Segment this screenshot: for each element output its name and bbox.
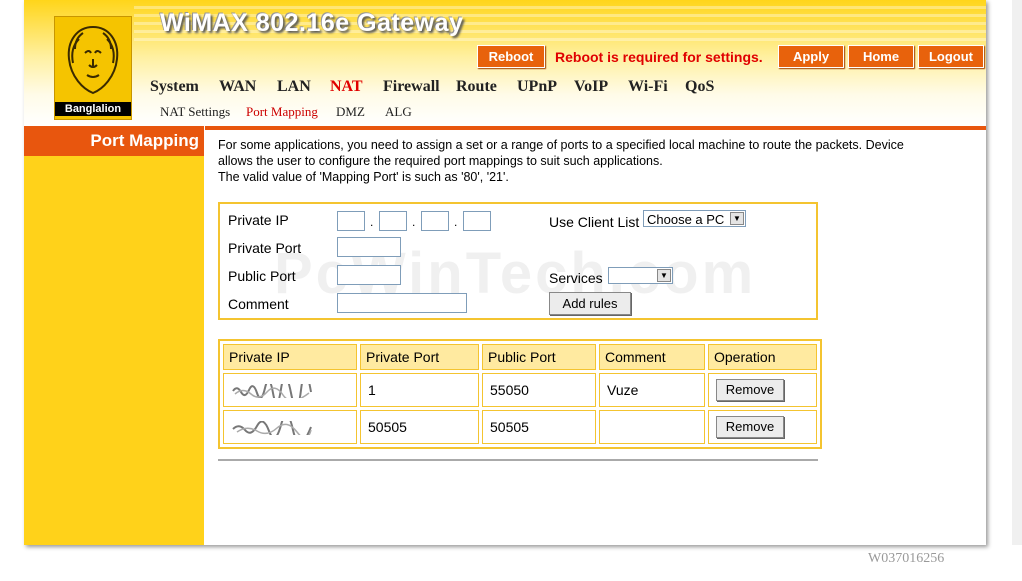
- use-client-list-label: Use Client List: [549, 214, 640, 230]
- nav-voip[interactable]: VoIP: [574, 78, 608, 96]
- logo-text: Banglalion: [55, 102, 131, 116]
- client-select-value: Choose a PC: [647, 212, 725, 227]
- subnav-nat-settings[interactable]: NAT Settings: [160, 104, 230, 120]
- intro-line: allows the user to configure the require…: [218, 154, 663, 168]
- remove-button[interactable]: Remove: [716, 379, 784, 401]
- private-port-label: Private Port: [228, 240, 302, 256]
- title-strip: [205, 126, 986, 130]
- intro-line: The valid value of 'Mapping Port' is suc…: [218, 170, 509, 184]
- operation-cell: Remove: [708, 410, 817, 444]
- image-serial: W037016256: [868, 551, 945, 566]
- private-ip-cell-redacted: [223, 410, 357, 444]
- header-banner: Banglalion WiMAX 802.16e Gateway Reboot …: [24, 0, 986, 126]
- public-port-input[interactable]: [337, 265, 401, 285]
- col-operation: Operation: [708, 344, 817, 370]
- public-port-cell: 50505: [482, 410, 596, 444]
- nav-wan[interactable]: WAN: [219, 78, 256, 96]
- nav-route[interactable]: Route: [456, 78, 497, 96]
- redaction-scribble: [232, 421, 312, 436]
- chevron-down-icon: ▼: [657, 269, 671, 282]
- router-page: Banglalion WiMAX 802.16e Gateway Reboot …: [24, 0, 986, 545]
- comment-cell: [599, 410, 705, 444]
- brand-logo: Banglalion: [54, 16, 132, 120]
- subnav-port-mapping[interactable]: Port Mapping: [246, 104, 318, 120]
- private-ip-octet-4[interactable]: [463, 211, 491, 231]
- logout-button[interactable]: Logout: [918, 45, 984, 68]
- private-port-input[interactable]: [337, 237, 401, 257]
- public-port-cell: 55050: [482, 373, 596, 407]
- col-private-ip: Private IP: [223, 344, 357, 370]
- table-row: 1 55050 Vuze Remove: [223, 373, 817, 407]
- redaction-scribble: [232, 384, 312, 399]
- private-port-cell: 50505: [360, 410, 479, 444]
- col-comment: Comment: [599, 344, 705, 370]
- nav-nat[interactable]: NAT: [330, 78, 363, 96]
- intro-text: For some applications, you need to assig…: [218, 137, 968, 185]
- nav-lan[interactable]: LAN: [277, 78, 311, 96]
- home-button[interactable]: Home: [848, 45, 914, 68]
- private-ip-label: Private IP: [228, 212, 289, 228]
- sidebar: Port Mapping: [24, 126, 204, 545]
- comment-label: Comment: [228, 296, 289, 312]
- port-mapping-table: Private IP Private Port Public Port Comm…: [218, 339, 822, 449]
- chevron-down-icon: ▼: [730, 212, 744, 225]
- comment-cell: Vuze: [599, 373, 705, 407]
- client-select[interactable]: Choose a PC ▼: [643, 210, 746, 227]
- divider: [218, 459, 818, 461]
- public-port-label: Public Port: [228, 268, 296, 284]
- private-ip-octet-3[interactable]: [421, 211, 449, 231]
- private-ip-cell-redacted: [223, 373, 357, 407]
- services-select[interactable]: ▼: [608, 267, 673, 284]
- reboot-button[interactable]: Reboot: [477, 45, 545, 68]
- subnav-dmz[interactable]: DMZ: [336, 104, 365, 120]
- col-private-port: Private Port: [360, 344, 479, 370]
- intro-line: For some applications, you need to assig…: [218, 138, 904, 152]
- remove-button[interactable]: Remove: [716, 416, 784, 438]
- nav-wifi[interactable]: Wi-Fi: [628, 78, 668, 96]
- services-label: Services: [549, 270, 603, 286]
- sidebar-title: Port Mapping: [24, 126, 204, 156]
- apply-button[interactable]: Apply: [778, 45, 844, 68]
- private-ip-octet-1[interactable]: [337, 211, 365, 231]
- table-header-row: Private IP Private Port Public Port Comm…: [223, 344, 817, 370]
- table-row: 50505 50505 Remove: [223, 410, 817, 444]
- page-title: WiMAX 802.16e Gateway: [160, 9, 464, 37]
- lion-icon: [67, 25, 119, 95]
- ip-dot: .: [370, 215, 374, 229]
- reboot-notice: Reboot is required for settings.: [555, 49, 763, 65]
- nav-system[interactable]: System: [150, 78, 199, 96]
- comment-input[interactable]: [337, 293, 467, 313]
- ip-dot: .: [454, 215, 458, 229]
- nav-qos[interactable]: QoS: [685, 78, 714, 96]
- add-rules-button[interactable]: Add rules: [549, 292, 631, 315]
- private-ip-octet-2[interactable]: [379, 211, 407, 231]
- port-mapping-form: Private IP . . . Use Client List Choose …: [218, 202, 818, 320]
- vertical-scrollbar[interactable]: [1012, 0, 1022, 545]
- private-port-cell: 1: [360, 373, 479, 407]
- operation-cell: Remove: [708, 373, 817, 407]
- nav-upnp[interactable]: UPnP: [517, 78, 557, 96]
- subnav-alg[interactable]: ALG: [385, 104, 412, 120]
- ip-dot: .: [412, 215, 416, 229]
- col-public-port: Public Port: [482, 344, 596, 370]
- nav-firewall[interactable]: Firewall: [383, 78, 440, 96]
